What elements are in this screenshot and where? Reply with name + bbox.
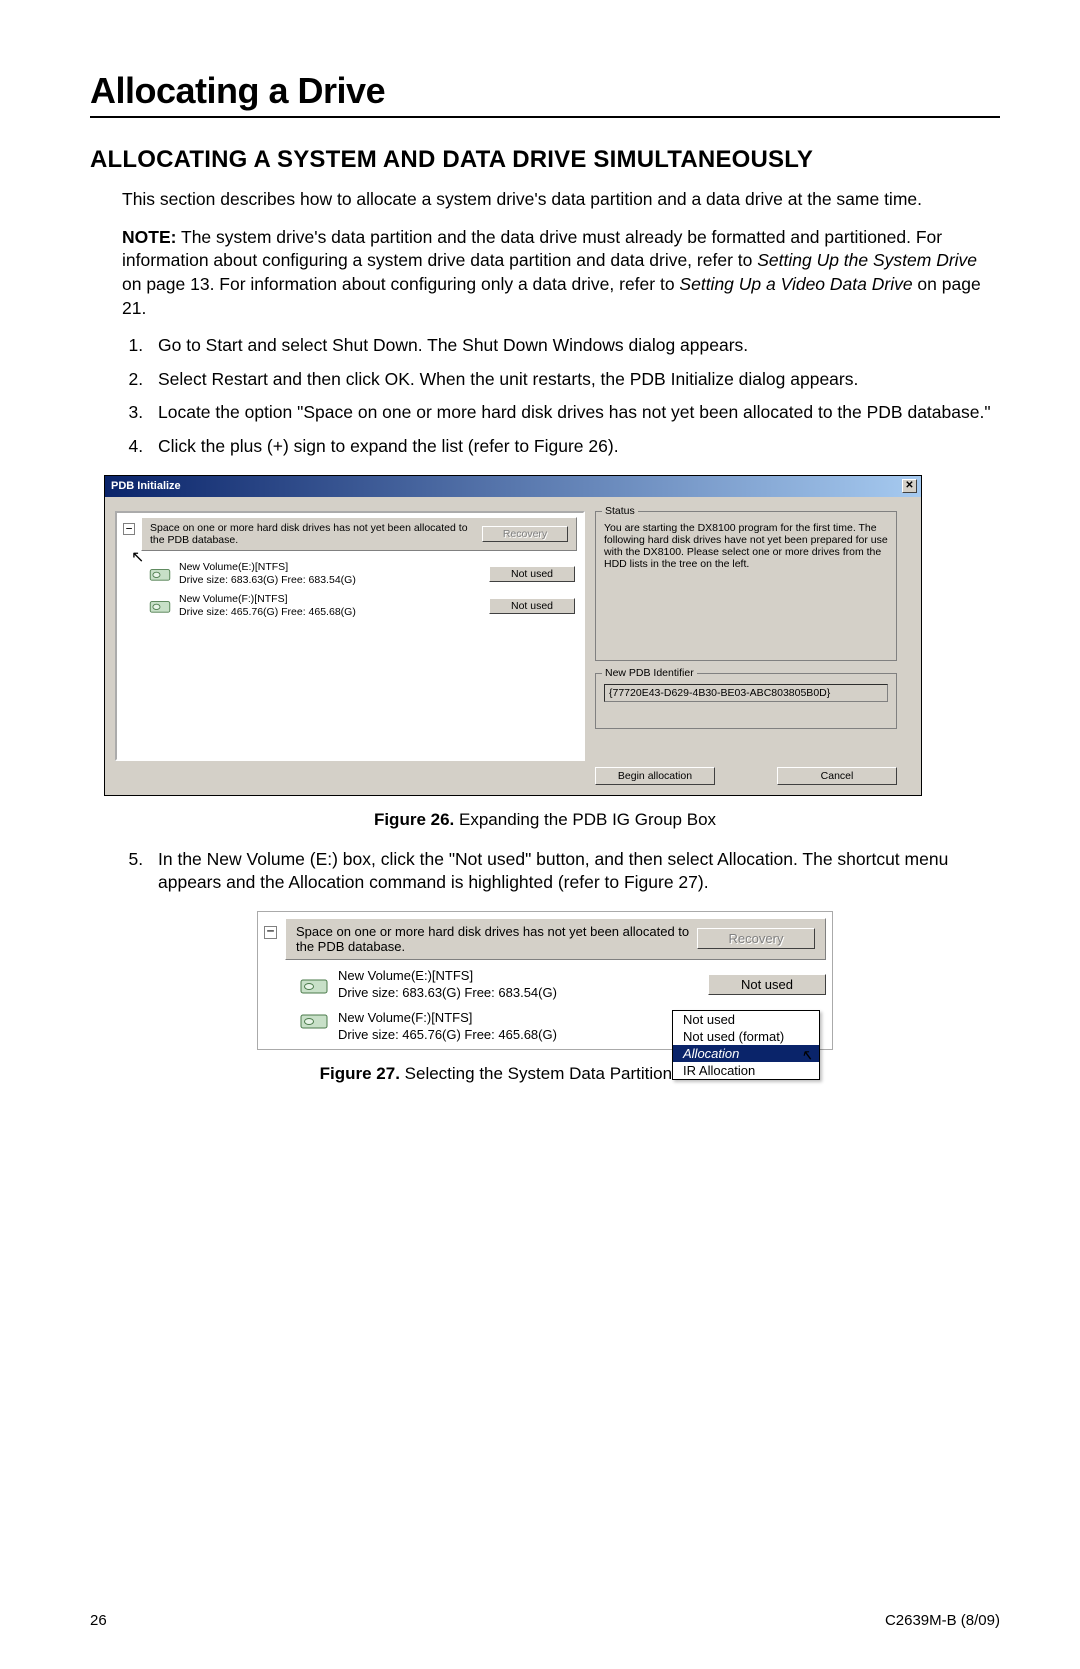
status-legend: Status [602,505,638,517]
note-ref-2: Setting Up a Video Data Drive [679,274,912,294]
step-2: Select Restart and then click OK. When t… [148,368,1000,392]
drive-f-status-button[interactable]: Not used [489,598,575,614]
hdd-icon [149,598,171,614]
step-4: Click the plus (+) sign to expand the li… [148,435,1000,459]
drive-e-name: New Volume(E:)[NTFS] [179,561,481,574]
pdb-identifier-group: New PDB Identifier [595,673,897,729]
note-paragraph: NOTE: The system drive's data partition … [122,226,1000,321]
menu-opt-allocation[interactable]: Allocation ↖ [673,1045,819,1062]
drive-e-name: New Volume(E:)[NTFS] [338,968,698,985]
hdd-icon [300,1010,328,1030]
figure-27-tree: − Space on one or more hard disk drives … [257,911,833,1051]
drive-tree: − Space on one or more hard disk drives … [115,511,585,761]
cursor-icon: ↖ [800,1046,813,1064]
close-icon[interactable]: ✕ [902,479,917,493]
dialog-title: PDB Initialize [111,480,181,492]
figure-27-caption: Figure 27. Selecting the System Data Par… [90,1064,1000,1084]
pdb-legend: New PDB Identifier [602,667,697,679]
divider [90,116,1000,118]
drive-row-e[interactable]: New Volume(E:)[NTFS] Drive size: 683.63(… [149,561,583,587]
step-5: In the New Volume (E:) box, click the "N… [148,848,1000,895]
page-title: Allocating a Drive [90,70,1000,112]
drive-e-status-button[interactable]: Not used [708,974,826,995]
begin-allocation-button[interactable]: Begin allocation [595,767,715,785]
drive-e-info: Drive size: 683.63(G) Free: 683.54(G) [179,574,481,587]
pdb-initialize-dialog: PDB Initialize ✕ − Space on one or more … [104,475,922,796]
status-group: Status You are starting the DX8100 progr… [595,511,897,661]
dialog-titlebar[interactable]: PDB Initialize ✕ [105,476,921,497]
hdd-icon [149,566,171,582]
page-number: 26 [90,1612,107,1629]
tree-head-text: Space on one or more hard disk drives ha… [150,522,482,546]
doc-id: C2639M-B (8/09) [885,1612,1000,1629]
recovery-button[interactable]: Recovery [697,928,815,949]
collapse-toggle-icon[interactable]: − [123,523,135,535]
drive-f-name: New Volume(F:)[NTFS] [179,593,481,606]
status-text: You are starting the DX8100 program for … [604,522,888,570]
cancel-button[interactable]: Cancel [777,767,897,785]
note-text-2: on page 13. For information about config… [122,274,679,294]
menu-opt-not-used-format[interactable]: Not used (format) [673,1028,819,1045]
step-3: Locate the option "Space on one or more … [148,401,1000,425]
figure-26-caption: Figure 26. Expanding the PDB IG Group Bo… [90,810,1000,830]
drive-f-info: Drive size: 465.76(G) Free: 465.68(G) [179,606,481,619]
section-heading: ALLOCATING A SYSTEM AND DATA DRIVE SIMUL… [90,146,1000,174]
hdd-icon [300,975,328,995]
pdb-identifier-field [604,684,888,702]
allocation-menu[interactable]: Not used Not used (format) Allocation ↖ … [672,1010,820,1080]
recovery-button[interactable]: Recovery [482,526,568,542]
tree-head-text: Space on one or more hard disk drives ha… [296,924,697,954]
note-label: NOTE: [122,227,176,247]
menu-opt-ir-allocation[interactable]: IR Allocation [673,1062,819,1079]
drive-row-f[interactable]: New Volume(F:)[NTFS] Drive size: 465.76(… [149,593,583,619]
drive-row-e[interactable]: New Volume(E:)[NTFS] Drive size: 683.63(… [300,968,826,1002]
menu-opt-not-used[interactable]: Not used [673,1011,819,1028]
note-ref-1: Setting Up the System Drive [757,250,977,270]
collapse-toggle-icon[interactable]: − [264,926,277,939]
intro-paragraph: This section describes how to allocate a… [122,188,1000,212]
step-1: Go to Start and select Shut Down. The Sh… [148,334,1000,358]
drive-e-info: Drive size: 683.63(G) Free: 683.54(G) [338,985,698,1002]
drive-e-status-button[interactable]: Not used [489,566,575,582]
